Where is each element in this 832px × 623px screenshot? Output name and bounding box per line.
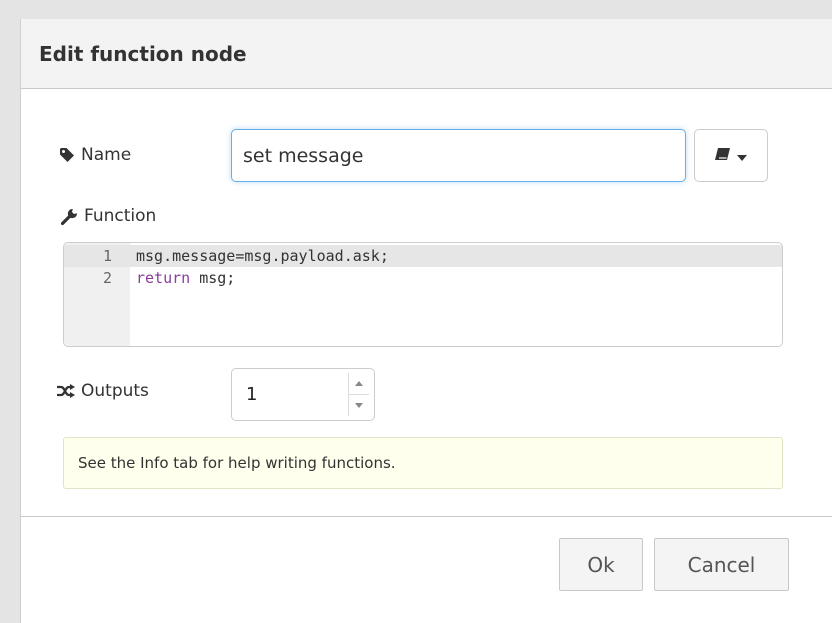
line-number: 1 <box>102 247 112 265</box>
edit-function-dialog: Edit function node Name set message Func… <box>20 19 832 623</box>
code-text: msg.message=msg.payload.ask; <box>136 247 389 265</box>
cancel-button[interactable]: Cancel <box>654 538 789 591</box>
caret-down-icon <box>355 403 363 408</box>
spinner-controls <box>348 373 369 416</box>
function-label: Function <box>84 206 157 226</box>
code-keyword: return <box>136 269 191 287</box>
outputs-label: Outputs <box>81 381 149 401</box>
spinner-down-button[interactable] <box>349 395 369 416</box>
dialog-title: Edit function node <box>39 41 247 66</box>
tag-icon <box>59 147 75 163</box>
outputs-value[interactable]: 1 <box>246 384 257 405</box>
name-label: Name <box>81 145 132 165</box>
code-line: 1 msg.message=msg.payload.ask; <box>64 245 782 267</box>
line-number: 2 <box>102 269 112 287</box>
dialog-footer <box>21 516 832 517</box>
book-icon <box>715 146 731 165</box>
random-icon <box>57 384 75 398</box>
caret-up-icon <box>355 381 363 386</box>
dialog-header: Edit function node <box>21 19 832 89</box>
spinner-up-button[interactable] <box>349 373 369 395</box>
code-line: 2 return msg; <box>64 267 782 289</box>
ok-button[interactable]: Ok <box>559 538 643 591</box>
info-tip: See the Info tab for help writing functi… <box>63 437 783 489</box>
function-label-group: Function <box>61 206 156 226</box>
name-input[interactable] <box>231 129 686 182</box>
code-rest: msg; <box>190 269 236 287</box>
outputs-label-group: Outputs <box>57 381 149 401</box>
node-icon-select-button[interactable] <box>694 129 768 182</box>
caret-down-icon <box>737 146 747 165</box>
outputs-spinner-input[interactable]: 1 <box>231 368 375 421</box>
code-text: return msg; <box>136 267 235 289</box>
name-label-group: Name <box>59 145 131 165</box>
wrench-icon <box>61 208 78 225</box>
function-code-editor[interactable]: 1 msg.message=msg.payload.ask; 2 return … <box>63 242 783 347</box>
info-tip-text: See the Info tab for help writing functi… <box>78 454 396 472</box>
